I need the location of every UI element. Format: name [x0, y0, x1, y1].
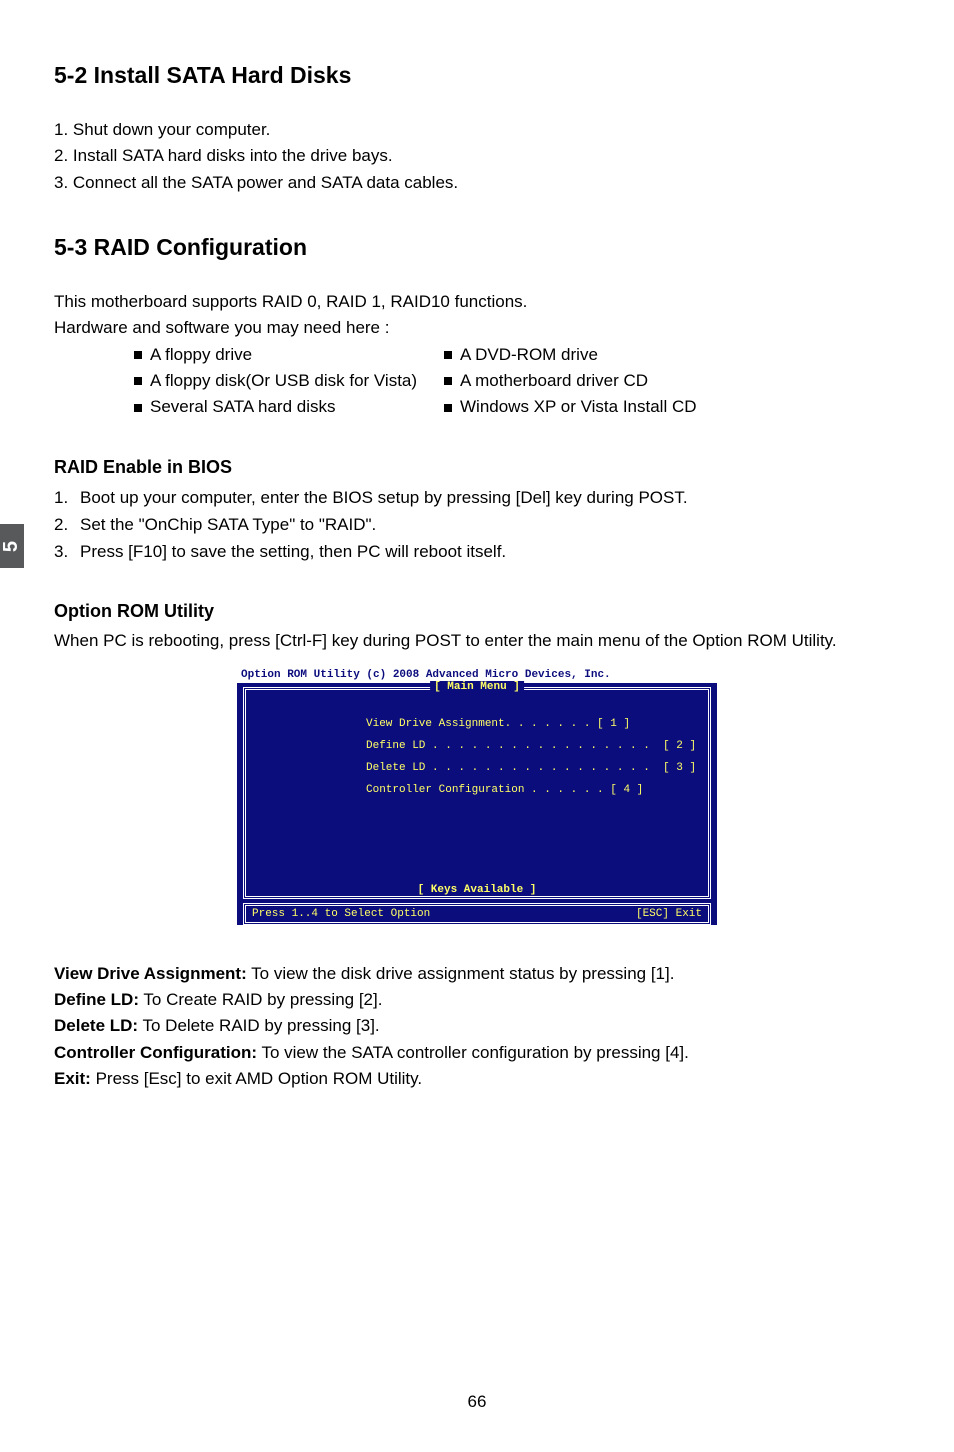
section-5-3-body: This motherboard supports RAID 0, RAID 1… [54, 289, 900, 421]
bullet-icon [444, 351, 452, 359]
bios-menu-item: View Drive Assignment. . . . . . . [ 1 ] [366, 718, 688, 730]
step-line: 2.Set the "OnChip SATA Type" to "RAID". [54, 511, 900, 538]
bios-menu-item: Controller Configuration . . . . . . [ 4… [366, 784, 688, 796]
definition-text: To view the SATA controller configuratio… [257, 1043, 689, 1062]
list-item: A floppy drive [134, 342, 444, 368]
step-text: Press [F10] to save the setting, then PC… [80, 538, 506, 565]
section-5-2-body: 1. Shut down your computer. 2. Install S… [54, 117, 900, 196]
list-item: A DVD-ROM drive [444, 342, 900, 368]
bullet-icon [134, 351, 142, 359]
bios-menu-item: Define LD . . . . . . . . . . . . . . . … [366, 740, 688, 752]
definition-line: View Drive Assignment: To view the disk … [54, 961, 900, 987]
definitions-block: View Drive Assignment: To view the disk … [54, 961, 900, 1093]
hardware-list: A floppy drive A floppy disk(Or USB disk… [134, 342, 900, 421]
hardware-col-right: A DVD-ROM drive A motherboard driver CD … [444, 342, 900, 421]
definition-text: Press [Esc] to exit AMD Option ROM Utili… [91, 1069, 422, 1088]
bios-keys-left: Press 1..4 to Select Option [252, 908, 430, 920]
step-num: 3. [54, 538, 74, 565]
section-heading-5-3: 5-3 RAID Configuration [54, 234, 900, 261]
definition-text: To Create RAID by pressing [2]. [139, 990, 382, 1009]
intro-line: Hardware and software you may need here … [54, 315, 900, 341]
definition-line: Delete LD: To Delete RAID by pressing [3… [54, 1013, 900, 1039]
section-heading-5-2: 5-2 Install SATA Hard Disks [54, 62, 900, 89]
bios-main-menu-box: [ Main Menu ] View Drive Assignment. . .… [243, 687, 711, 899]
list-text: A floppy disk(Or USB disk for Vista) [150, 368, 417, 394]
step-num: 2. [54, 511, 74, 538]
step-text: Boot up your computer, enter the BIOS se… [80, 484, 688, 511]
step-line: 1.Boot up your computer, enter the BIOS … [54, 484, 900, 511]
page-content: 5-2 Install SATA Hard Disks 1. Shut down… [0, 0, 954, 1132]
bullet-icon [444, 377, 452, 385]
raid-enable-body: 1.Boot up your computer, enter the BIOS … [54, 484, 900, 566]
option-rom-heading: Option ROM Utility [54, 601, 900, 622]
definition-label: Controller Configuration: [54, 1043, 257, 1062]
list-text: A DVD-ROM drive [460, 342, 598, 368]
option-rom-intro: When PC is rebooting, press [Ctrl-F] key… [54, 628, 900, 654]
step-line: 2. Install SATA hard disks into the driv… [54, 143, 900, 169]
definition-label: View Drive Assignment: [54, 964, 247, 983]
list-item: A floppy disk(Or USB disk for Vista) [134, 368, 444, 394]
bios-keys-label: [ Keys Available ] [414, 884, 541, 896]
bios-keys-box: [ Keys Available ] Press 1..4 to Select … [243, 903, 711, 925]
definition-label: Exit: [54, 1069, 91, 1088]
page-side-tab: 5 [0, 524, 24, 568]
bios-main-menu-label: [ Main Menu ] [430, 681, 524, 693]
raid-enable-heading: RAID Enable in BIOS [54, 457, 900, 478]
step-line: 3.Press [F10] to save the setting, then … [54, 538, 900, 565]
list-text: Windows XP or Vista Install CD [460, 394, 697, 420]
list-text: Several SATA hard disks [150, 394, 336, 420]
bios-screenshot: Option ROM Utility (c) 2008 Advanced Mic… [237, 667, 717, 925]
definition-line: Exit: Press [Esc] to exit AMD Option ROM… [54, 1066, 900, 1092]
definition-label: Delete LD: [54, 1016, 138, 1035]
list-text: A motherboard driver CD [460, 368, 648, 394]
list-item: Several SATA hard disks [134, 394, 444, 420]
step-text: Set the "OnChip SATA Type" to "RAID". [80, 511, 376, 538]
list-text: A floppy drive [150, 342, 252, 368]
definition-line: Controller Configuration: To view the SA… [54, 1040, 900, 1066]
bullet-icon [134, 377, 142, 385]
definition-text: To view the disk drive assignment status… [247, 964, 675, 983]
bullet-icon [444, 404, 452, 412]
step-line: 3. Connect all the SATA power and SATA d… [54, 170, 900, 196]
definition-label: Define LD: [54, 990, 139, 1009]
bullet-icon [134, 404, 142, 412]
definition-text: To Delete RAID by pressing [3]. [138, 1016, 380, 1035]
page-number: 66 [468, 1392, 487, 1412]
list-item: A motherboard driver CD [444, 368, 900, 394]
bios-menu-item: Delete LD . . . . . . . . . . . . . . . … [366, 762, 688, 774]
bios-keys-right: [ESC] Exit [636, 908, 702, 920]
chapter-number: 5 [1, 540, 24, 551]
definition-line: Define LD: To Create RAID by pressing [2… [54, 987, 900, 1013]
step-num: 1. [54, 484, 74, 511]
bios-menu-lines: View Drive Assignment. . . . . . . [ 1 ]… [366, 718, 688, 796]
step-line: 1. Shut down your computer. [54, 117, 900, 143]
intro-line: This motherboard supports RAID 0, RAID 1… [54, 289, 900, 315]
list-item: Windows XP or Vista Install CD [444, 394, 900, 420]
hardware-col-left: A floppy drive A floppy disk(Or USB disk… [134, 342, 444, 421]
